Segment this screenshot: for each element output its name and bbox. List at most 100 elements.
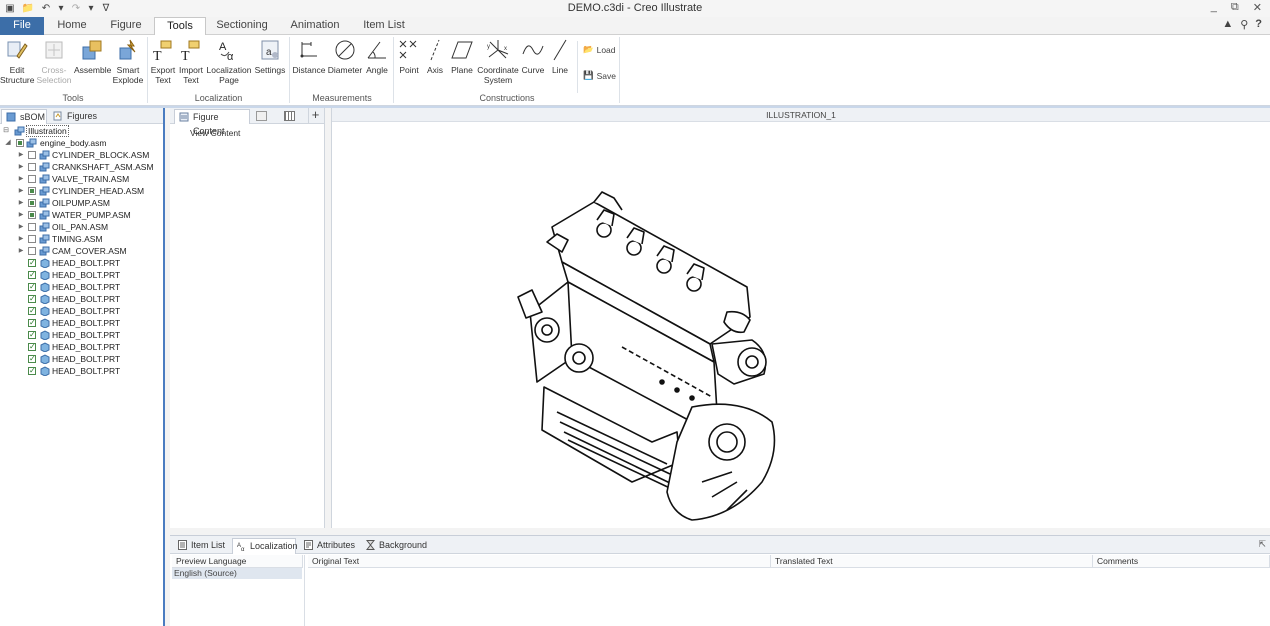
tab-background-operations[interactable]: Background Operations bbox=[362, 538, 468, 554]
tree-item[interactable]: HEAD_BOLT.PRT bbox=[2, 269, 162, 281]
assemble-button[interactable]: Assemble bbox=[74, 38, 110, 75]
line-button[interactable]: Line bbox=[547, 38, 573, 75]
view-icon[interactable] bbox=[256, 111, 267, 121]
grid-view-icon[interactable] bbox=[284, 111, 295, 121]
tree-item[interactable]: ▶TIMING.ASM bbox=[2, 233, 162, 245]
tree-item[interactable]: HEAD_BOLT.PRT bbox=[2, 353, 162, 365]
tree-row-engine-body[interactable]: ◢engine_body.asm bbox=[2, 137, 162, 149]
axis-button[interactable]: Axis bbox=[423, 38, 447, 75]
tab-figures[interactable]: Figures bbox=[49, 109, 99, 124]
expand-arrow-icon[interactable]: ▶ bbox=[17, 245, 25, 257]
tree-item[interactable]: ▶CAM_COVER.ASM bbox=[2, 245, 162, 257]
tab-attributes[interactable]: Attributes bbox=[300, 538, 356, 554]
view-content-item[interactable]: View Content bbox=[190, 128, 240, 138]
tab-file[interactable]: File bbox=[0, 17, 44, 35]
restore-icon[interactable]: ⧉ bbox=[1231, 1, 1239, 14]
tree-checkbox[interactable] bbox=[28, 343, 36, 351]
expand-arrow-icon[interactable]: ▶ bbox=[17, 209, 25, 221]
tree-item[interactable]: ▶OILPUMP.ASM bbox=[2, 197, 162, 209]
tree-checkbox[interactable] bbox=[28, 283, 36, 291]
tree-checkbox[interactable] bbox=[28, 319, 36, 327]
expand-toggle-icon[interactable]: ⊟ bbox=[2, 125, 10, 137]
tab-item-list-bottom[interactable]: Item List bbox=[174, 538, 230, 554]
tab-figure[interactable]: Figure bbox=[102, 17, 150, 35]
tree-item[interactable]: HEAD_BOLT.PRT bbox=[2, 257, 162, 269]
export-text-button[interactable]: T Export Text bbox=[149, 38, 177, 85]
angle-button[interactable]: Angle bbox=[364, 38, 390, 75]
tree-checkbox[interactable] bbox=[28, 295, 36, 303]
add-figure-button[interactable]: + bbox=[308, 108, 322, 123]
minimize-icon[interactable]: _ bbox=[1211, 1, 1217, 14]
expand-arrow-icon[interactable]: ▶ bbox=[17, 173, 25, 185]
save-button[interactable]: 💾 Save bbox=[583, 70, 616, 81]
language-row-english[interactable]: English (Source) bbox=[172, 568, 302, 579]
tree-checkbox[interactable] bbox=[28, 211, 36, 219]
tree-item[interactable]: ▶OIL_PAN.ASM bbox=[2, 221, 162, 233]
tree-checkbox[interactable] bbox=[28, 235, 36, 243]
tree-item[interactable]: HEAD_BOLT.PRT bbox=[2, 341, 162, 353]
tree-item[interactable]: ▶CYLINDER_HEAD.ASM bbox=[2, 185, 162, 197]
tree-checkbox[interactable] bbox=[16, 139, 24, 147]
tab-figure-content[interactable]: Figure Content bbox=[174, 109, 250, 124]
expand-arrow-icon[interactable]: ▶ bbox=[17, 149, 25, 161]
tree-checkbox[interactable] bbox=[28, 223, 36, 231]
help-icon[interactable]: ? bbox=[1255, 18, 1262, 31]
panel-maximize-icon[interactable]: ⇱ bbox=[1258, 539, 1266, 550]
tab-home[interactable]: Home bbox=[48, 17, 96, 35]
tab-sectioning[interactable]: Sectioning bbox=[208, 17, 276, 35]
illustration-canvas[interactable]: ILLUSTRATION_1 bbox=[331, 108, 1270, 528]
tab-tools[interactable]: Tools bbox=[154, 17, 206, 36]
tree-checkbox[interactable] bbox=[28, 307, 36, 315]
tree-checkbox[interactable] bbox=[28, 367, 36, 375]
tab-localization[interactable]: Aα Localization bbox=[232, 538, 296, 554]
tree-checkbox[interactable] bbox=[28, 247, 36, 255]
comments-column-header[interactable]: Comments bbox=[1093, 555, 1270, 568]
tree-item[interactable]: HEAD_BOLT.PRT bbox=[2, 281, 162, 293]
expand-arrow-icon[interactable]: ▶ bbox=[17, 221, 25, 233]
collapse-toggle-icon[interactable]: ◢ bbox=[4, 137, 12, 149]
point-button[interactable]: Point bbox=[396, 38, 422, 75]
tree-item[interactable]: HEAD_BOLT.PRT bbox=[2, 365, 162, 377]
curve-button[interactable]: Curve bbox=[520, 38, 546, 75]
smart-explode-button[interactable]: Smart Explode bbox=[112, 38, 144, 85]
tree-checkbox[interactable] bbox=[28, 163, 36, 171]
expand-arrow-icon[interactable]: ▶ bbox=[17, 161, 25, 173]
coordinate-system-button[interactable]: yx Coordinate System bbox=[477, 38, 519, 85]
close-icon[interactable]: ✕ bbox=[1253, 1, 1262, 14]
load-button[interactable]: 📂 Load bbox=[583, 44, 616, 55]
tree-checkbox[interactable] bbox=[28, 259, 36, 267]
tree-checkbox[interactable] bbox=[28, 151, 36, 159]
tree-item[interactable]: ▶VALVE_TRAIN.ASM bbox=[2, 173, 162, 185]
tree-item[interactable]: HEAD_BOLT.PRT bbox=[2, 317, 162, 329]
settings-button[interactable]: a Settings bbox=[254, 38, 286, 75]
tree-checkbox[interactable] bbox=[28, 199, 36, 207]
collapse-ribbon-icon[interactable]: ▲ bbox=[1222, 18, 1233, 31]
tree-checkbox[interactable] bbox=[28, 271, 36, 279]
expand-arrow-icon[interactable]: ▶ bbox=[17, 185, 25, 197]
expand-arrow-icon[interactable]: ▶ bbox=[17, 233, 25, 245]
tree-item[interactable]: ▶CYLINDER_BLOCK.ASM bbox=[2, 149, 162, 161]
engine-illustration[interactable] bbox=[332, 122, 1270, 527]
tree-item[interactable]: ▶CRANKSHAFT_ASM.ASM bbox=[2, 161, 162, 173]
import-text-button[interactable]: T Import Text bbox=[177, 38, 205, 85]
tree-item[interactable]: ▶WATER_PUMP.ASM bbox=[2, 209, 162, 221]
tab-animation[interactable]: Animation bbox=[280, 17, 350, 35]
localization-page-button[interactable]: Aα Localization Page bbox=[206, 38, 252, 85]
tree-checkbox[interactable] bbox=[28, 355, 36, 363]
tab-sbom[interactable]: sBOM bbox=[1, 109, 47, 124]
tree-checkbox[interactable] bbox=[28, 331, 36, 339]
cross-selection-button[interactable]: Cross-Selection bbox=[36, 38, 72, 85]
tab-item-list[interactable]: Item List bbox=[354, 17, 414, 35]
tree-item[interactable]: HEAD_BOLT.PRT bbox=[2, 329, 162, 341]
tree-checkbox[interactable] bbox=[28, 187, 36, 195]
tree-checkbox[interactable] bbox=[28, 175, 36, 183]
translated-text-column-header[interactable]: Translated Text bbox=[771, 555, 1093, 568]
tree-item[interactable]: HEAD_BOLT.PRT bbox=[2, 305, 162, 317]
edit-structure-button[interactable]: Edit Structure bbox=[0, 38, 34, 85]
plane-button[interactable]: Plane bbox=[448, 38, 476, 75]
search-icon[interactable]: ⚲ bbox=[1240, 18, 1248, 31]
distance-button[interactable]: Distance bbox=[292, 38, 326, 75]
original-text-column-header[interactable]: Original Text bbox=[308, 555, 771, 568]
tree-item[interactable]: HEAD_BOLT.PRT bbox=[2, 293, 162, 305]
tree-root-illustration[interactable]: ⊟Illustration bbox=[2, 125, 162, 137]
